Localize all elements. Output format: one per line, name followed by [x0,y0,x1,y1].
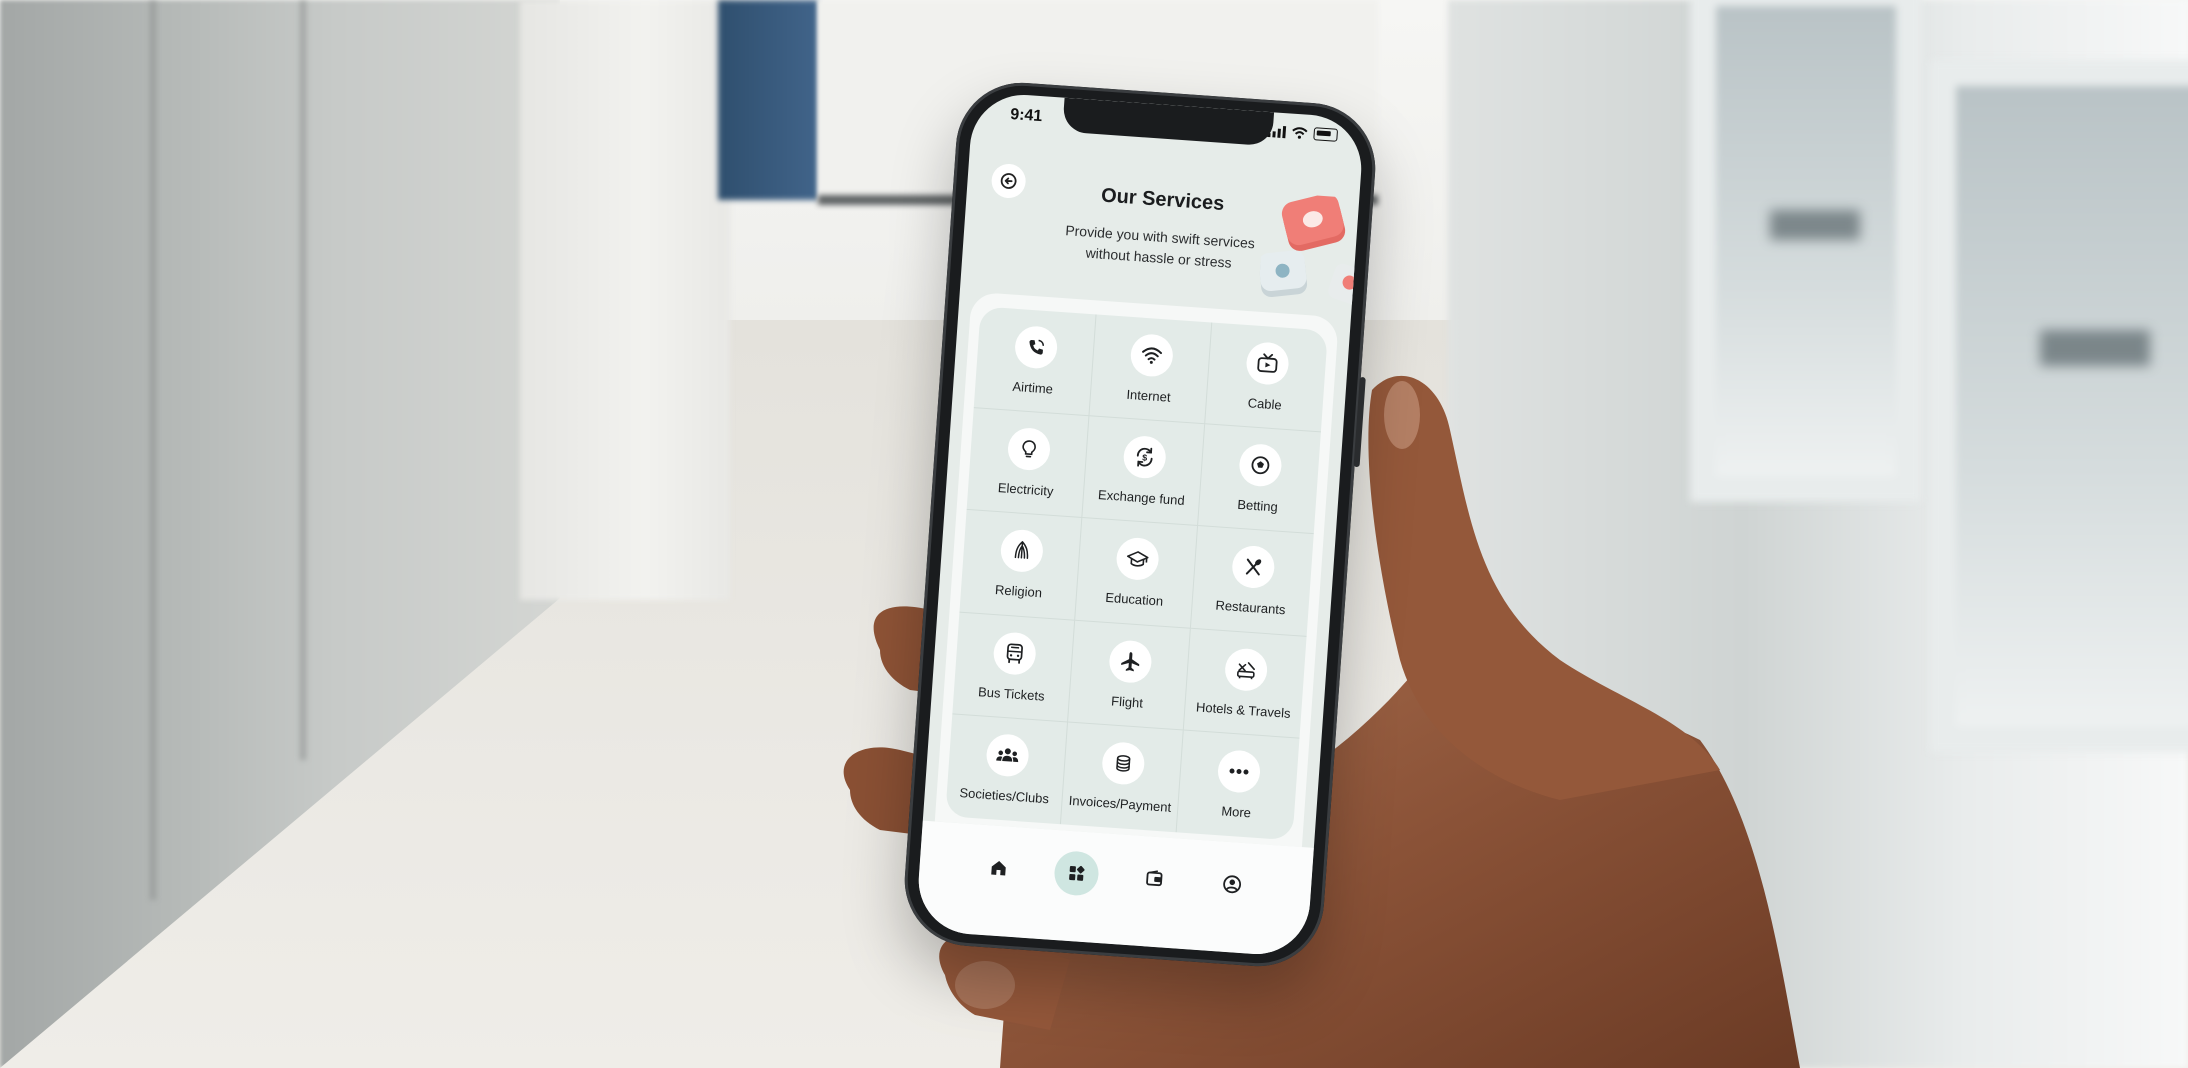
battery-icon [1313,127,1339,142]
wifi-status-icon [1292,126,1308,139]
service-invoices-payment[interactable]: Invoices/Payment [1060,722,1184,833]
service-restaurants[interactable]: Restaurants [1190,526,1314,637]
svg-text:$: $ [1141,453,1147,463]
window-reflection [2040,330,2150,366]
service-flight[interactable]: Flight [1068,620,1191,731]
service-hotels-travels[interactable]: Hotels & Travels [1183,628,1307,739]
phone-icon [1013,324,1059,370]
tab-services[interactable] [1053,849,1100,897]
service-label: Bus Tickets [977,683,1046,704]
wifi-icon [1128,333,1174,378]
service-label: Cable [1247,395,1283,413]
service-airtime[interactable]: Airtime [973,306,1097,417]
service-label: Electricity [997,480,1054,500]
status-icons [1267,124,1339,142]
service-betting[interactable]: Betting [1198,424,1321,535]
tab-wallet[interactable] [1131,855,1178,902]
elevator-seam [150,0,156,900]
services-panel: Airtime Internet Cable Electricity $ Exc… [934,291,1339,848]
people-icon [984,733,1030,779]
wallet-icon [1146,870,1163,887]
home-icon [991,860,1006,876]
ball-icon [1237,443,1283,488]
services-grid-icon [1069,865,1085,881]
window-reflection [1770,210,1860,240]
service-label: Invoices/Payment [1068,793,1172,816]
service-label: Internet [1125,386,1172,405]
service-label: Exchange fund [1097,487,1186,509]
app-screen: 9:41 Our Services Provide you with swift… [915,91,1365,958]
window-pane [1690,0,1922,502]
service-exchange-fund[interactable]: $ Exchange fund [1082,416,1206,527]
phone: 9:41 Our Services Provide you with swift… [900,78,1380,971]
service-more[interactable]: More [1177,730,1300,840]
religion-icon [998,528,1044,574]
services-grid: Airtime Internet Cable Electricity $ Exc… [945,306,1328,841]
coins-icon [1100,741,1146,787]
service-internet[interactable]: Internet [1089,314,1213,425]
more-icon [1216,749,1262,795]
plane-icon [1107,638,1153,684]
service-bus-tickets[interactable]: Bus Tickets [952,612,1076,723]
bulb-icon [1006,426,1051,472]
service-label: More [1220,803,1252,821]
service-cable[interactable]: Cable [1205,322,1328,433]
tv-icon [1245,341,1290,387]
profile-icon [1223,875,1242,894]
page-subtitle: Provide you with swift services without … [1032,218,1286,277]
hotel-icon [1223,647,1269,692]
service-religion[interactable]: Religion [959,510,1083,621]
service-label: Religion [994,582,1043,601]
bus-icon [991,630,1037,676]
elevator-seam [300,0,306,760]
graduation-cap-icon [1114,536,1160,582]
services-header: Our Services Provide you with swift serv… [961,131,1365,308]
cutlery-icon [1230,545,1276,590]
decorative-3d-shapes [1258,193,1365,305]
service-electricity[interactable]: Electricity [966,408,1090,519]
window-pane [1930,60,2188,752]
service-label: Airtime [1012,378,1054,397]
tab-home[interactable] [975,844,1022,891]
tab-profile[interactable] [1209,861,1256,908]
pillar [520,0,730,600]
service-label: Restaurants [1214,597,1286,618]
blue-door [718,0,818,200]
service-label: Societies/Clubs [958,785,1050,807]
service-label: Hotels & Travels [1195,699,1292,721]
status-time: 9:41 [1009,105,1043,126]
service-societies-clubs[interactable]: Societies/Clubs [945,714,1069,825]
service-education[interactable]: Education [1075,518,1199,629]
service-label: Education [1104,590,1164,610]
service-label: Betting [1236,497,1279,515]
exchange-icon: $ [1121,434,1167,480]
service-label: Flight [1110,693,1144,711]
